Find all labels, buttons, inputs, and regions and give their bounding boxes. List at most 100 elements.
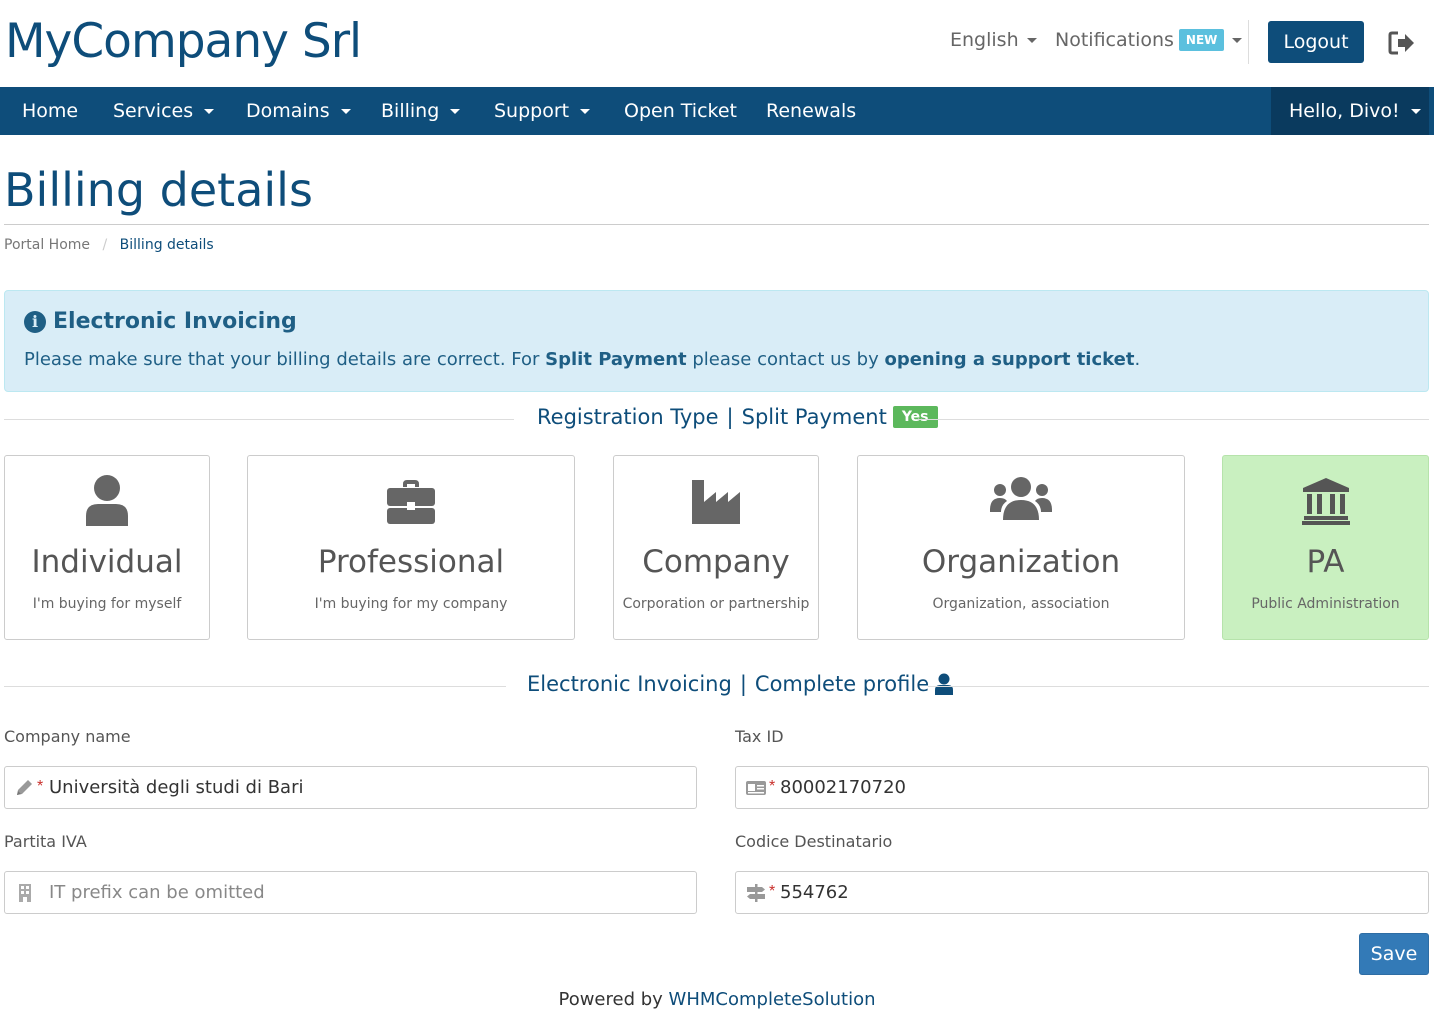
breadcrumb-home[interactable]: Portal Home <box>4 237 90 253</box>
nav-label: Open Ticket <box>624 100 737 122</box>
registration-card-organization[interactable]: Organization Organization, association <box>857 455 1185 640</box>
header-divider <box>1248 20 1249 64</box>
required-mark: * <box>37 778 44 795</box>
users-icon <box>858 474 1184 526</box>
id-card-icon <box>746 781 766 795</box>
split-payment-text: Split Payment <box>741 405 887 429</box>
complete-profile-text: Complete profile <box>754 672 930 696</box>
alert-title-text: Electronic Invoicing <box>53 309 297 334</box>
chevron-down-icon <box>204 108 215 114</box>
logout-button[interactable]: Logout <box>1268 21 1364 63</box>
card-subtitle: I'm buying for my company <box>314 596 508 612</box>
user-menu: Hello, Divo! <box>1271 87 1429 135</box>
alert-split-payment: Split Payment <box>545 349 687 370</box>
nav-item-home[interactable]: Home <box>22 87 78 135</box>
support-ticket-link[interactable]: opening a support ticket <box>884 349 1134 370</box>
site-logo[interactable]: MyCompany Srl <box>5 14 362 69</box>
alert-text-part: . <box>1134 349 1141 370</box>
briefcase-icon <box>248 474 574 526</box>
user-greeting: Hello, Divo! <box>1289 100 1400 122</box>
notifications-dropdown[interactable]: Notifications NEW <box>1055 29 1243 51</box>
registration-type-label: Registration Type | Split Payment Yes <box>537 405 938 429</box>
footer: Powered by WHMCompleteSolution <box>0 989 1434 1010</box>
profile-label: Electronic Invoicing | Complete profile <box>527 672 954 696</box>
required-mark: * <box>769 883 776 900</box>
nav-item-support[interactable]: Support <box>494 87 591 135</box>
tax-id-input[interactable] <box>780 767 1420 808</box>
codice-destinatario-label: Codice Destinatario <box>735 832 893 851</box>
codice-destinatario-field[interactable]: * <box>735 871 1429 914</box>
registration-card-professional[interactable]: Professional I'm buying for my company <box>247 455 575 640</box>
card-title: Organization <box>921 544 1121 580</box>
alert-title: i Electronic Invoicing <box>24 309 297 334</box>
registration-type-header: Registration Type | Split Payment Yes <box>4 405 1429 435</box>
whmcs-link[interactable]: WHMCompleteSolution <box>669 989 876 1010</box>
university-icon <box>1223 474 1428 526</box>
sign-out-icon[interactable] <box>1388 30 1416 56</box>
nav-label: Billing <box>381 100 440 122</box>
chevron-down-icon <box>340 108 351 114</box>
registration-card-pa[interactable]: PA Public Administration <box>1222 455 1429 640</box>
card-subtitle: I'm buying for myself <box>32 596 182 612</box>
chevron-down-icon <box>1026 37 1037 43</box>
company-name-input[interactable] <box>49 767 689 808</box>
e-invoicing-alert: i Electronic Invoicing Please make sure … <box>4 290 1429 392</box>
nav-item-renewals[interactable]: Renewals <box>766 87 856 135</box>
card-title: PA <box>1306 544 1345 580</box>
breadcrumb: Portal Home / Billing details <box>4 237 214 253</box>
e-invoicing-text: Electronic Invoicing <box>527 672 732 696</box>
industry-icon <box>614 474 818 526</box>
language-label: English <box>950 29 1019 51</box>
section-line <box>928 686 1429 687</box>
company-name-field[interactable]: * <box>4 766 697 809</box>
card-title: Company <box>642 544 790 580</box>
card-subtitle: Public Administration <box>1251 596 1400 612</box>
pencil-icon <box>17 780 32 795</box>
card-subtitle: Organization, association <box>932 596 1110 612</box>
language-dropdown[interactable]: English <box>950 29 1037 51</box>
partita-iva-input[interactable] <box>49 872 689 913</box>
profile-header: Electronic Invoicing | Complete profile <box>4 672 1429 702</box>
nav-label: Services <box>113 100 194 122</box>
page-title: Billing details <box>4 163 313 217</box>
separator: | <box>726 405 734 429</box>
building-icon <box>19 884 31 902</box>
info-circle-icon: i <box>24 310 46 333</box>
chevron-down-icon <box>1232 37 1243 43</box>
card-title: Professional <box>317 544 505 580</box>
nav-item-services[interactable]: Services <box>113 87 215 135</box>
separator: | <box>739 672 747 696</box>
alert-text-part: please contact us by <box>686 349 885 370</box>
section-line <box>4 419 514 420</box>
company-name-label: Company name <box>4 727 131 746</box>
registration-type-text: Registration Type <box>537 405 719 429</box>
notifications-label: Notifications <box>1055 29 1174 51</box>
split-payment-badge: Yes <box>892 406 938 428</box>
signpost-icon <box>747 884 765 902</box>
chevron-down-icon <box>1410 108 1421 114</box>
registration-card-individual[interactable]: Individual I'm buying for myself <box>4 455 210 640</box>
tax-id-field[interactable]: * <box>735 766 1429 809</box>
partita-iva-label: Partita IVA <box>4 832 87 851</box>
nav-item-domains[interactable]: Domains <box>246 87 351 135</box>
nav-label: Renewals <box>766 100 857 122</box>
title-divider <box>4 224 1429 225</box>
alert-text-part: Please make sure that your billing detai… <box>24 349 546 370</box>
user-dropdown[interactable]: Hello, Divo! <box>1289 87 1421 135</box>
breadcrumb-current: Billing details <box>119 237 214 253</box>
site-header: MyCompany Srl English Notifications NEW … <box>0 0 1434 87</box>
nav-item-open-ticket[interactable]: Open Ticket <box>624 87 737 135</box>
save-button[interactable]: Save <box>1359 933 1429 975</box>
nav-label: Support <box>494 100 570 122</box>
tax-id-label: Tax ID <box>735 727 784 746</box>
partita-iva-field[interactable] <box>4 871 697 914</box>
nav-label: Home <box>22 100 79 122</box>
registration-card-company[interactable]: Company Corporation or partnership <box>613 455 819 640</box>
chevron-down-icon <box>580 108 591 114</box>
nav-item-billing[interactable]: Billing <box>381 87 461 135</box>
chevron-down-icon <box>450 108 461 114</box>
user-icon <box>5 474 209 526</box>
card-subtitle: Corporation or partnership <box>622 596 810 612</box>
codice-destinatario-input[interactable] <box>780 872 1420 913</box>
nav-label: Domains <box>246 100 330 122</box>
